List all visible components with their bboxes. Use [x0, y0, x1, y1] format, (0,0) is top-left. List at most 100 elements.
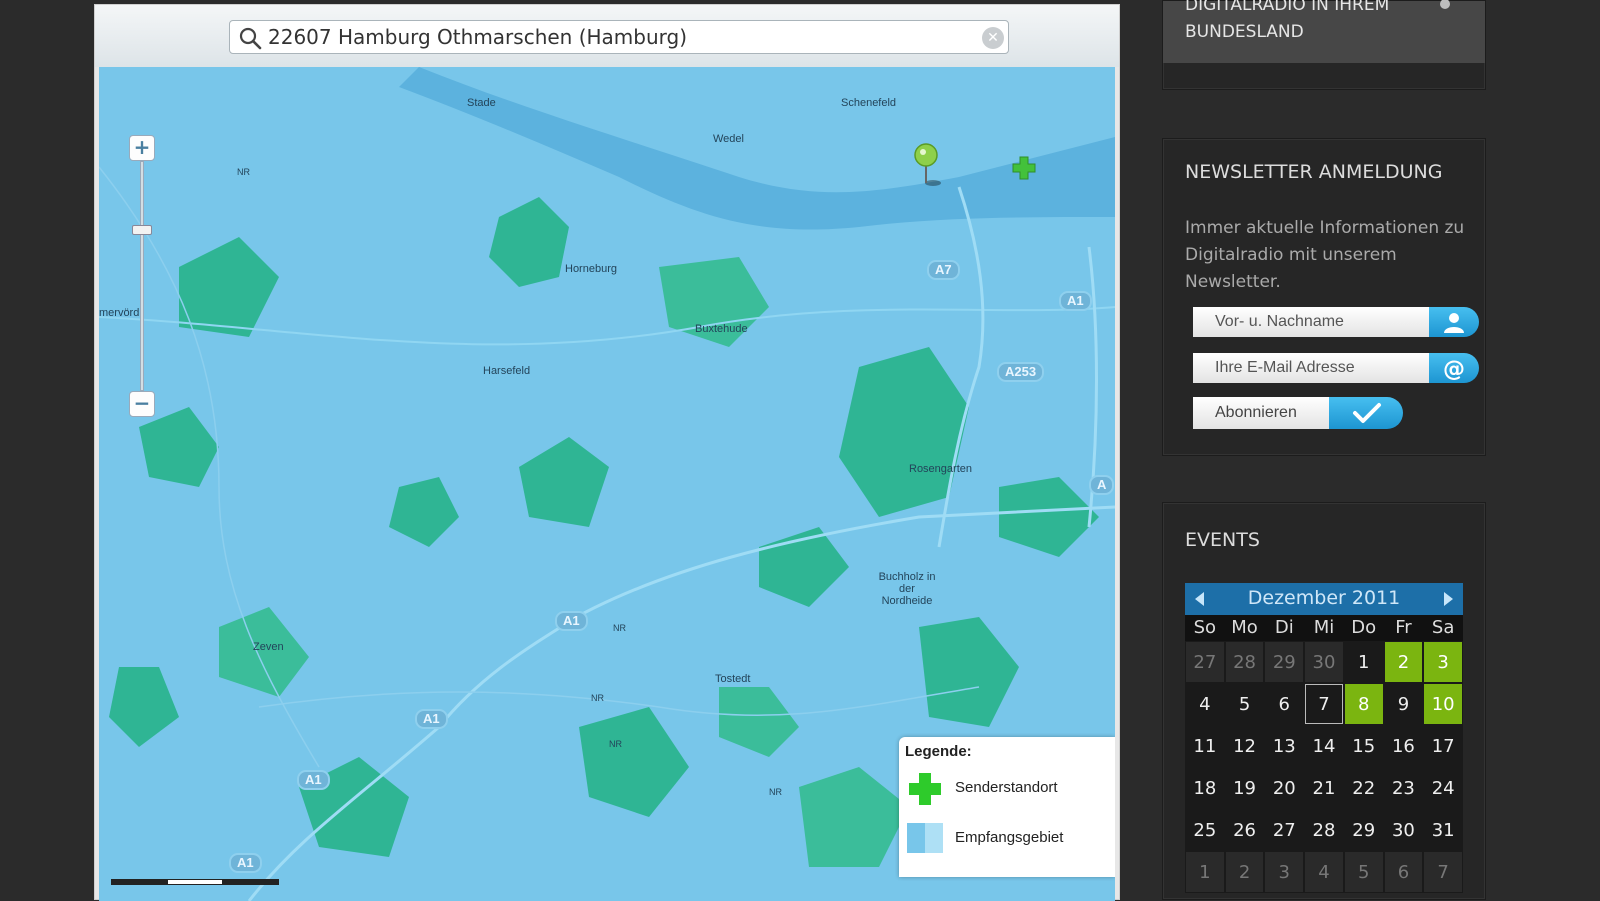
zoom-track[interactable] — [140, 161, 144, 391]
legend-item-label: Empfangsgebiet — [955, 829, 1064, 846]
road-shield: A1 — [1059, 291, 1092, 311]
place-label: Harsefeld — [483, 365, 531, 377]
calendar-day: 27 — [1272, 819, 1296, 841]
weekday-label: Di — [1274, 617, 1294, 638]
search-icon — [239, 27, 262, 50]
calendar-day: 7 — [1424, 852, 1462, 892]
checkmark-icon[interactable] — [1329, 397, 1403, 429]
legend-item-reception: Empfangsgebiet — [907, 821, 1107, 855]
road-shield: A1 — [229, 853, 262, 873]
calendar-weekdays: So Mo Di Mi Do Fr Sa — [1185, 615, 1463, 641]
newsletter-title: NEWSLETTER ANMELDUNG — [1185, 161, 1443, 183]
name-input[interactable] — [1193, 307, 1429, 337]
map-panel: ✕ — [94, 4, 1120, 901]
weekday-label: Do — [1351, 617, 1377, 638]
road-shield: A1 — [297, 770, 330, 790]
place-label: Schenefeld — [841, 97, 897, 109]
calendar-day: 4 — [1305, 852, 1343, 892]
place-label: Horneburg — [565, 263, 617, 275]
next-month-icon[interactable] — [1444, 592, 1453, 606]
bundesland-title[interactable]: DIGITALRADIO IN IHREM BUNDESLAND — [1185, 0, 1425, 46]
place-label: NR — [591, 693, 604, 703]
place-label: NR — [613, 623, 626, 633]
calendar-day: 27 — [1186, 642, 1224, 682]
newsletter-widget: NEWSLETTER ANMELDUNG Immer aktuelle Info… — [1162, 138, 1486, 456]
clear-icon[interactable]: ✕ — [982, 27, 1004, 49]
calendar-day: 18 — [1193, 777, 1217, 799]
place-label: NR — [237, 167, 250, 177]
zoom-in-button[interactable]: + — [129, 135, 155, 161]
calendar-day-event[interactable]: 10 — [1424, 684, 1462, 724]
calendar-day: 6 — [1384, 852, 1423, 892]
zoom-out-button[interactable]: − — [129, 391, 155, 417]
event-calendar: Dezember 2011 So Mo Di Mi Do Fr Sa 27 28 29 30 1 2 3… — [1185, 583, 1463, 893]
calendar-day: 16 — [1391, 735, 1415, 757]
search-input[interactable] — [268, 23, 958, 51]
green-cross-icon — [909, 773, 941, 805]
dropdown-knob-icon[interactable] — [1440, 0, 1450, 9]
calendar-day: 26 — [1233, 819, 1257, 841]
subscribe-label[interactable]: Abonnieren — [1193, 397, 1329, 429]
calendar-day: 15 — [1352, 735, 1376, 757]
bundesland-widget: DIGITALRADIO IN IHREM BUNDESLAND — [1162, 0, 1486, 90]
road-shield: A253 — [997, 362, 1045, 382]
name-field-group[interactable] — [1193, 307, 1479, 337]
calendar-day-event[interactable]: 2 — [1384, 642, 1423, 682]
calendar-day: 2 — [1225, 852, 1264, 892]
calendar-day: 25 — [1193, 819, 1217, 841]
calendar-day: 20 — [1272, 777, 1296, 799]
place-label: NR — [609, 739, 622, 749]
calendar-day: 17 — [1431, 735, 1455, 757]
email-input[interactable] — [1193, 353, 1429, 383]
calendar-day: 19 — [1233, 777, 1257, 799]
calendar-day: 3 — [1265, 852, 1304, 892]
location-pin-icon[interactable] — [911, 143, 941, 187]
events-title: EVENTS — [1185, 529, 1260, 551]
calendar-day: 13 — [1272, 735, 1296, 757]
calendar-day: 29 — [1352, 819, 1376, 841]
calendar-day: 28 — [1312, 819, 1336, 841]
green-cross-icon[interactable] — [1011, 155, 1037, 181]
subscribe-button[interactable]: Abonnieren — [1193, 397, 1403, 429]
calendar-day: 1 — [1186, 852, 1224, 892]
calendar-day: 30 — [1391, 819, 1415, 841]
legend-title: Legende: — [905, 743, 972, 760]
map-view[interactable]: Stade Schenefeld Wedel Horneburg Buxtehu… — [99, 67, 1115, 901]
calendar-day: 30 — [1305, 642, 1343, 682]
road-shield: A1 — [415, 709, 448, 729]
road-shield: A7 — [927, 260, 960, 280]
place-label: Rosengarten — [909, 463, 972, 475]
newsletter-description: Immer aktuelle Informationen zu Digitalr… — [1185, 218, 1465, 292]
bundesland-box[interactable]: DIGITALRADIO IN IHREM BUNDESLAND — [1163, 0, 1485, 63]
place-label: Zeven — [253, 641, 284, 653]
calendar-day-event[interactable]: 8 — [1344, 684, 1383, 724]
calendar-month: Dezember 2011 — [1247, 587, 1401, 609]
zoom-handle[interactable] — [132, 225, 152, 235]
calendar-day: 5 — [1238, 693, 1251, 715]
weekday-label: Sa — [1431, 617, 1455, 638]
svg-text:@: @ — [1443, 357, 1465, 382]
place-label: Buxtehude — [695, 323, 748, 335]
events-widget: EVENTS Dezember 2011 So Mo Di Mi Do Fr Sa 27 28… — [1162, 502, 1486, 900]
calendar-day: 5 — [1344, 852, 1383, 892]
email-field-group[interactable]: @ — [1193, 353, 1479, 383]
calendar-day: 14 — [1312, 735, 1336, 757]
calendar-day: 28 — [1225, 642, 1264, 682]
calendar-day: 24 — [1431, 777, 1455, 799]
weekday-label: Fr — [1395, 617, 1412, 638]
calendar-day: 11 — [1193, 735, 1217, 757]
legend-item-label: Senderstandort — [955, 779, 1058, 796]
calendar-day: 23 — [1391, 777, 1415, 799]
weekday-label: Mo — [1231, 617, 1258, 638]
road-shield: A1 — [555, 611, 588, 631]
zoom-slider[interactable]: + − — [129, 135, 155, 417]
calendar-day: 4 — [1199, 693, 1211, 715]
search-box[interactable]: ✕ — [229, 20, 1009, 54]
weekday-label: So — [1193, 617, 1217, 638]
calendar-day-event[interactable]: 3 — [1424, 642, 1462, 682]
calendar-day: 29 — [1265, 642, 1304, 682]
weekday-label: Mi — [1313, 617, 1335, 638]
place-label: Stade — [467, 97, 496, 109]
place-label: Wedel — [713, 133, 744, 145]
person-icon — [1429, 307, 1479, 337]
